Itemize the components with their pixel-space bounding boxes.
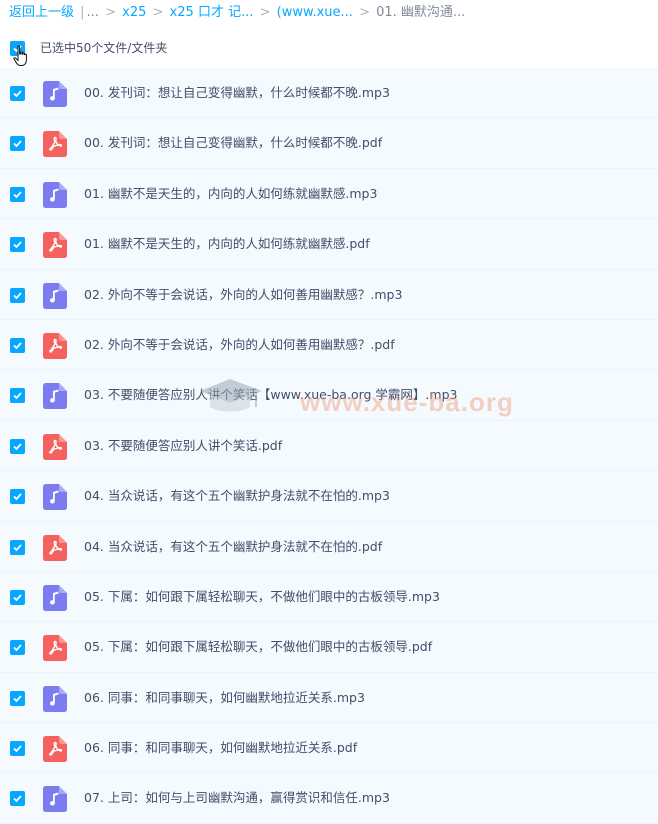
- pdf-file-icon: [43, 635, 67, 662]
- file-row[interactable]: 01. 幽默不是天生的，内向的人如何练就幽默感.mp3: [0, 168, 658, 220]
- file-name[interactable]: 07. 上司：如何与上司幽默沟通，赢得赏识和信任.mp3: [84, 773, 390, 823]
- audio-file-icon: [43, 685, 67, 712]
- audio-file-icon: [43, 181, 67, 208]
- check-icon: [13, 493, 22, 501]
- row-checkbox[interactable]: [10, 186, 25, 202]
- file-name[interactable]: 05. 下属：如何跟下属轻松聊天，不做他们眼中的古板领导.pdf: [84, 622, 432, 672]
- row-checkbox[interactable]: [10, 136, 25, 152]
- file-name[interactable]: 00. 发刊词：想让自己变得幽默，什么时候都不晚.mp3: [84, 68, 390, 118]
- row-checkbox[interactable]: [10, 86, 25, 101]
- file-name[interactable]: 06. 同事：和同事聊天，如何幽默地拉近关系.mp3: [84, 673, 365, 723]
- file-row[interactable]: 01. 幽默不是天生的，内向的人如何练就幽默感.pdf: [0, 219, 658, 270]
- row-checkbox[interactable]: [10, 539, 25, 555]
- audio-file-icon: [43, 584, 67, 611]
- check-icon: [13, 543, 22, 551]
- selection-bar: 已选中50个文件/文件夹: [0, 34, 658, 66]
- file-row[interactable]: 04. 当众说话，有这个五个幽默护身法就不在怕的.pdf: [0, 521, 658, 572]
- selection-count: 已选中50个文件/文件夹: [40, 41, 168, 55]
- watermark-text: www.xue-ba.org: [300, 387, 514, 417]
- breadcrumb-item[interactable]: (www.xue...: [277, 5, 353, 20]
- row-checkbox[interactable]: [10, 489, 25, 505]
- file-name[interactable]: 06. 同事：和同事聊天，如何幽默地拉近关系.pdf: [84, 723, 357, 773]
- pdf-file-icon: [43, 534, 67, 561]
- file-row[interactable]: 04. 当众说话，有这个五个幽默护身法就不在怕的.mp3: [0, 471, 658, 522]
- chevron-right-icon: >: [152, 5, 164, 20]
- row-checkbox[interactable]: [10, 287, 25, 303]
- file-name[interactable]: 01. 幽默不是天生的，内向的人如何练就幽默感.mp3: [84, 169, 377, 219]
- check-icon: [13, 291, 22, 299]
- file-name[interactable]: 03. 不要随便答应别人讲个笑话.pdf: [84, 421, 282, 471]
- breadcrumb-ellipsis[interactable]: ...: [87, 5, 99, 20]
- hand-cursor-icon: [13, 45, 27, 66]
- check-icon: [13, 90, 22, 98]
- row-checkbox[interactable]: [10, 589, 25, 605]
- check-icon: [13, 795, 22, 803]
- file-list: 00. 发刊词：想让自己变得幽默，什么时候都不晚.mp3 00. 发刊词：想让自己…: [0, 68, 658, 824]
- file-name[interactable]: 00. 发刊词：想让自己变得幽默，什么时候都不晚.pdf: [84, 118, 382, 168]
- file-name[interactable]: 01. 幽默不是天生的，内向的人如何练就幽默感.pdf: [84, 219, 370, 269]
- pdf-file-icon: [43, 736, 67, 763]
- pdf-file-icon: [43, 232, 67, 259]
- row-checkbox[interactable]: [10, 337, 25, 353]
- breadcrumb-item[interactable]: x25: [122, 5, 146, 20]
- chevron-right-icon: >: [359, 5, 370, 20]
- check-icon: [13, 392, 22, 400]
- check-icon: [13, 241, 22, 249]
- row-checkbox[interactable]: [10, 741, 25, 757]
- file-name[interactable]: 02. 外向不等于会说话，外向的人如何善用幽默感？.mp3: [84, 270, 402, 320]
- file-name[interactable]: 02. 外向不等于会说话，外向的人如何善用幽默感？.pdf: [84, 320, 395, 370]
- audio-file-icon: [43, 81, 67, 107]
- file-row[interactable]: 05. 下属：如何跟下属轻松聊天，不做他们眼中的古板领导.pdf: [0, 622, 658, 673]
- check-icon: [13, 745, 22, 753]
- check-icon: [13, 342, 22, 350]
- check-icon: [13, 443, 22, 451]
- check-icon: [13, 140, 22, 148]
- file-row[interactable]: 02. 外向不等于会说话，外向的人如何善用幽默感？.pdf: [0, 319, 658, 371]
- pdf-file-icon: [43, 332, 67, 359]
- file-name[interactable]: 04. 当众说话，有这个五个幽默护身法就不在怕的.pdf: [84, 522, 382, 572]
- row-checkbox[interactable]: [10, 640, 25, 656]
- file-row[interactable]: 05. 下属：如何跟下属轻松聊天，不做他们眼中的古板领导.mp3: [0, 571, 658, 623]
- breadcrumb-divider: |: [80, 5, 85, 20]
- row-checkbox[interactable]: [10, 438, 25, 454]
- chevron-right-icon: >: [105, 5, 116, 20]
- check-icon: [13, 191, 22, 199]
- chevron-right-icon: >: [259, 5, 271, 20]
- row-checkbox[interactable]: [10, 690, 25, 706]
- file-row[interactable]: 03. 不要随便答应别人讲个笑话.pdf: [0, 420, 658, 472]
- row-checkbox[interactable]: [10, 791, 25, 807]
- file-row[interactable]: 06. 同事：和同事聊天，如何幽默地拉近关系.pdf: [0, 723, 658, 774]
- audio-file-icon: [43, 484, 67, 511]
- audio-file-icon: [43, 383, 67, 410]
- check-icon: [13, 594, 22, 602]
- file-row[interactable]: 07. 上司：如何与上司幽默沟通，赢得赏识和信任.mp3: [0, 773, 658, 824]
- file-name[interactable]: 04. 当众说话，有这个五个幽默护身法就不在怕的.mp3: [84, 471, 390, 521]
- row-checkbox[interactable]: [10, 237, 25, 253]
- file-row[interactable]: 00. 发刊词：想让自己变得幽默，什么时候都不晚.mp3: [0, 68, 658, 119]
- file-row[interactable]: 02. 外向不等于会说话，外向的人如何善用幽默感？.mp3: [0, 269, 658, 320]
- breadcrumb-item[interactable]: x25 口才 记...: [170, 5, 254, 20]
- check-icon: [13, 695, 22, 702]
- audio-file-icon: [43, 282, 67, 309]
- file-name[interactable]: 05. 下属：如何跟下属轻松聊天，不做他们眼中的古板领导.mp3: [84, 572, 440, 622]
- breadcrumb-current: 01. 幽默沟通...: [376, 5, 466, 20]
- file-row[interactable]: 00. 发刊词：想让自己变得幽默，什么时候都不晚.pdf: [0, 118, 658, 169]
- check-icon: [13, 644, 22, 652]
- row-checkbox[interactable]: [10, 388, 25, 404]
- audio-file-icon: [43, 786, 67, 813]
- pdf-file-icon: [43, 433, 67, 460]
- pdf-file-icon: [43, 131, 67, 158]
- graduation-cap-icon: [200, 379, 262, 412]
- file-row[interactable]: 06. 同事：和同事聊天，如何幽默地拉近关系.mp3: [0, 672, 658, 724]
- back-link[interactable]: 返回上一级: [9, 5, 74, 20]
- breadcrumb: 返回上一级 |... > x25 > x25 口才 记... > (www.xu…: [0, 0, 658, 26]
